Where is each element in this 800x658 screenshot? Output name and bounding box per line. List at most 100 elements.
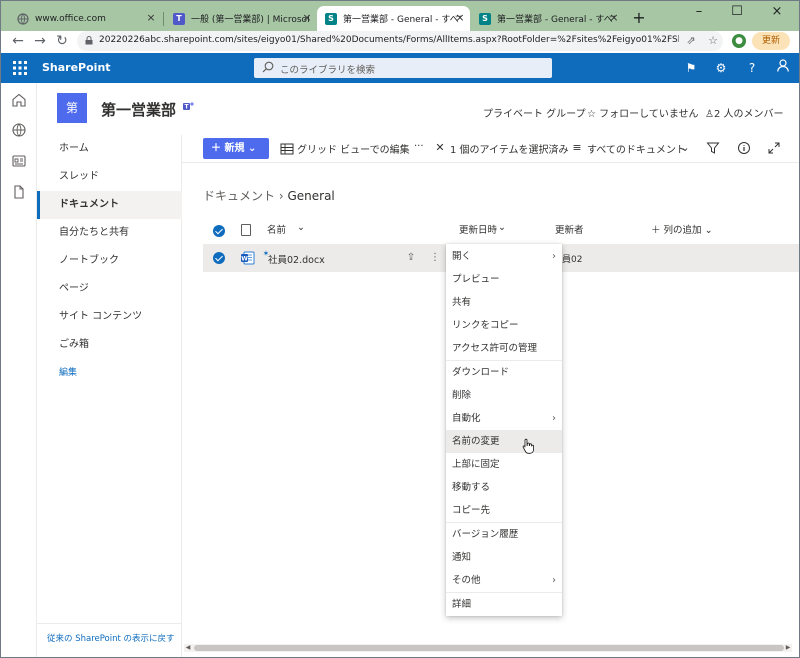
library-search-input[interactable]: このライブラリを検索 — [254, 58, 552, 78]
follow-button[interactable]: ☆ フォローしていません — [587, 105, 699, 120]
menu-item-rename[interactable]: 名前の変更 — [446, 430, 562, 453]
menu-item-more[interactable]: その他 › — [446, 569, 562, 592]
column-header-modified[interactable]: 更新日時 — [459, 222, 497, 236]
nav-item-pages[interactable]: ページ — [37, 275, 182, 303]
tab-sharepoint[interactable]: S 第一営業部 - General - すべてのド × — [471, 6, 624, 31]
close-tab-icon[interactable]: × — [454, 12, 466, 24]
globe-icon[interactable] — [11, 122, 27, 138]
menu-item-alert[interactable]: 通知 — [446, 546, 562, 569]
share-page-icon[interactable]: ⇗ — [683, 33, 699, 49]
breadcrumb-root[interactable]: ドキュメント — [203, 189, 275, 203]
expand-icon[interactable] — [767, 141, 781, 155]
nav-item-notebook[interactable]: ノートブック — [37, 247, 182, 275]
account-icon[interactable] — [774, 59, 792, 77]
menu-item-details[interactable]: 詳細 — [446, 593, 562, 616]
menu-item-open[interactable]: 開く › — [446, 245, 562, 268]
scrollbar-thumb[interactable] — [194, 645, 784, 651]
address-bar[interactable]: 20220226abc.sharepoint.com/sites/eigyo01… — [77, 31, 723, 51]
menu-item-label: 詳細 — [452, 599, 472, 610]
menu-item-label: アクセス許可の管理 — [452, 343, 538, 354]
menu-item-delete[interactable]: 削除 — [446, 384, 562, 407]
filter-icon[interactable] — [706, 141, 720, 155]
nav-item-threads[interactable]: スレッド — [37, 163, 182, 191]
minimize-icon[interactable]: – — [680, 1, 718, 25]
forward-icon[interactable]: → — [31, 32, 49, 50]
megaphone-icon[interactable]: ⚑ — [682, 59, 700, 77]
column-header-name[interactable]: 名前 — [267, 222, 286, 236]
update-button[interactable]: 更新 — [752, 32, 790, 50]
tab-teams[interactable]: T 一般 (第一営業部) | Microsoft Te × — [165, 6, 317, 31]
info-icon[interactable] — [737, 141, 751, 155]
menu-item-automate[interactable]: 自動化 › — [446, 407, 562, 430]
add-column-label: 列の追加 — [663, 225, 702, 236]
profile-avatar-icon[interactable]: ● — [732, 34, 746, 48]
file-name[interactable]: 社員02.docx — [268, 252, 325, 266]
scroll-right-icon[interactable]: ▶ — [784, 644, 792, 652]
close-tab-icon[interactable]: × — [145, 12, 157, 24]
tab-sharepoint-active[interactable]: S 第一営業部 - General - すべてのド × — [317, 6, 470, 31]
news-icon[interactable] — [11, 153, 27, 169]
classic-view-link[interactable]: 従来の SharePoint の表示に戻す — [37, 623, 182, 644]
tab-office[interactable]: www.office.com × — [9, 6, 161, 31]
more-commands-button[interactable]: ··· — [414, 141, 424, 152]
nav-edit-link[interactable]: 編集 — [37, 359, 182, 387]
command-bar: ＋ 新規 ⌄ グリッド ビューでの編集 ··· ✕ 1 個のアイテムを選択済み … — [182, 135, 799, 163]
app-launcher-icon[interactable] — [13, 61, 27, 75]
close-window-icon[interactable]: × — [758, 1, 796, 25]
bookmark-star-icon[interactable]: ☆ — [705, 33, 721, 49]
menu-item-share[interactable]: 共有 — [446, 291, 562, 314]
menu-item-pin-to-top[interactable]: 上部に固定 — [446, 453, 562, 476]
grid-edit-button[interactable]: グリッド ビューでの編集 — [297, 141, 410, 156]
nav-item-home[interactable]: ホーム — [37, 135, 182, 163]
horizontal-scrollbar[interactable]: ◀ ▶ — [184, 644, 792, 652]
menu-item-move-to[interactable]: 移動する — [446, 476, 562, 499]
nav-item-shared-with-us[interactable]: 自分たちと共有 — [37, 219, 182, 247]
site-title[interactable]: 第一営業部 — [101, 99, 176, 120]
settings-gear-icon[interactable]: ⚙ — [712, 59, 730, 77]
menu-item-label: プレビュー — [452, 274, 500, 285]
chevron-down-icon[interactable]: ⌄ — [498, 222, 506, 233]
home-icon[interactable] — [11, 92, 27, 108]
help-icon[interactable]: ? — [743, 59, 761, 77]
close-tab-icon[interactable]: × — [608, 12, 620, 24]
file-icon[interactable] — [11, 184, 27, 200]
maximize-icon[interactable]: ☐ — [718, 1, 756, 25]
site-logo[interactable]: 第 — [57, 93, 87, 123]
app-brand[interactable]: SharePoint — [42, 61, 111, 74]
menu-item-label: 移動する — [452, 482, 491, 493]
nav-item-site-contents[interactable]: サイト コンテンツ — [37, 303, 182, 331]
menu-item-copy-link[interactable]: リンクをコピー — [446, 314, 562, 337]
menu-item-version-history[interactable]: バージョン履歴 — [446, 523, 562, 546]
new-button[interactable]: ＋ 新規 ⌄ — [203, 138, 269, 159]
nav-item-documents[interactable]: ドキュメント — [37, 191, 182, 219]
menu-item-download[interactable]: ダウンロード — [446, 361, 562, 384]
grid-icon — [280, 143, 294, 155]
close-tab-icon[interactable]: × — [301, 12, 313, 24]
tab-title: 第一営業部 - General - すべてのド — [497, 15, 616, 25]
menu-item-manage-access[interactable]: アクセス許可の管理 — [446, 337, 562, 360]
back-icon[interactable]: ← — [9, 32, 27, 50]
add-column-button[interactable]: ＋ 列の追加 ⌄ — [651, 222, 713, 236]
scroll-left-icon[interactable]: ◀ — [184, 644, 192, 652]
view-selector[interactable]: すべてのドキュメント — [587, 141, 686, 156]
menu-item-preview[interactable]: プレビュー — [446, 268, 562, 291]
nav-item-recycle-bin[interactable]: ごみ箱 — [37, 331, 182, 359]
members-label: 2 人のメンバー — [713, 109, 784, 120]
reload-icon[interactable]: ↻ — [53, 32, 71, 50]
teams-icon[interactable]: T — [183, 101, 194, 112]
url-text[interactable]: 20220226abc.sharepoint.com/sites/eigyo01… — [99, 35, 679, 45]
select-all-checkbox[interactable] — [213, 225, 225, 237]
person-icon: ♙ — [705, 109, 714, 120]
column-header-modified-by[interactable]: 更新者 — [555, 222, 584, 236]
row-checkbox[interactable] — [213, 252, 225, 264]
share-icon[interactable]: ⇪ — [404, 251, 418, 265]
clear-selection-icon[interactable]: ✕ — [433, 141, 447, 155]
menu-item-label: 名前の変更 — [452, 436, 500, 447]
svg-text:W: W — [241, 256, 248, 263]
menu-item-copy-to[interactable]: コピー先 — [446, 499, 562, 522]
new-tab-button[interactable]: + — [630, 9, 648, 27]
chevron-down-icon[interactable]: ⌄ — [297, 222, 305, 233]
chevron-down-icon[interactable]: ⌄ — [678, 141, 692, 155]
more-actions-icon[interactable]: ⋮ — [428, 251, 442, 265]
members-button[interactable]: ♙2 人のメンバー — [705, 105, 784, 120]
